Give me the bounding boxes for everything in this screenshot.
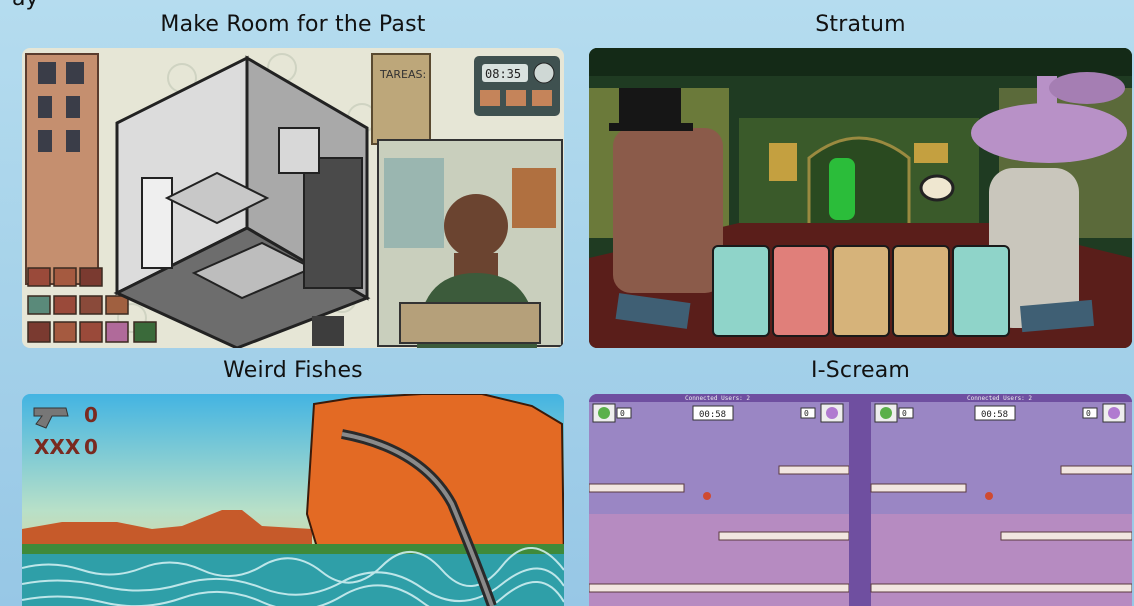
score-right-b: 0 bbox=[1086, 409, 1091, 418]
game-title: Make Room for the Past bbox=[160, 12, 426, 37]
counter-b: 0 bbox=[84, 435, 98, 459]
game-card-i-scream: I-Scream Connected Users: 2 0 00:58 0 Co… bbox=[589, 354, 1132, 606]
game-card-stratum: Stratum bbox=[589, 8, 1132, 348]
score-left-b: 0 bbox=[902, 409, 907, 418]
game-screenshot[interactable]: Connected Users: 2 0 00:58 0 Connected U… bbox=[589, 394, 1132, 606]
game-screenshot[interactable] bbox=[589, 48, 1132, 348]
game-card-make-room: Make Room for the Past TAREAS: 08:35 bbox=[22, 8, 564, 348]
timer-right: 00:58 bbox=[981, 410, 1008, 420]
game-screenshot[interactable]: TAREAS: 08:35 bbox=[22, 48, 564, 348]
connected-users-right: Connected Users: 2 bbox=[967, 395, 1032, 402]
game-title: I-Scream bbox=[810, 358, 911, 383]
game-card-weird-fishes: Weird Fishes 0 XXX 0 bbox=[22, 354, 564, 606]
clock-text: 08:35 bbox=[485, 67, 521, 81]
xxx-label: XXX bbox=[34, 435, 81, 459]
game-title: Stratum bbox=[815, 12, 906, 37]
score-left-a: 0 bbox=[620, 409, 625, 418]
connected-users-left: Connected Users: 2 bbox=[685, 395, 750, 402]
game-title: Weird Fishes bbox=[223, 358, 363, 383]
score-right-a: 0 bbox=[804, 409, 809, 418]
timer-left: 00:58 bbox=[699, 410, 726, 420]
counter-a: 0 bbox=[84, 403, 98, 427]
game-screenshot[interactable]: 0 XXX 0 bbox=[22, 394, 564, 606]
tasks-note-text: TAREAS: bbox=[379, 68, 426, 81]
